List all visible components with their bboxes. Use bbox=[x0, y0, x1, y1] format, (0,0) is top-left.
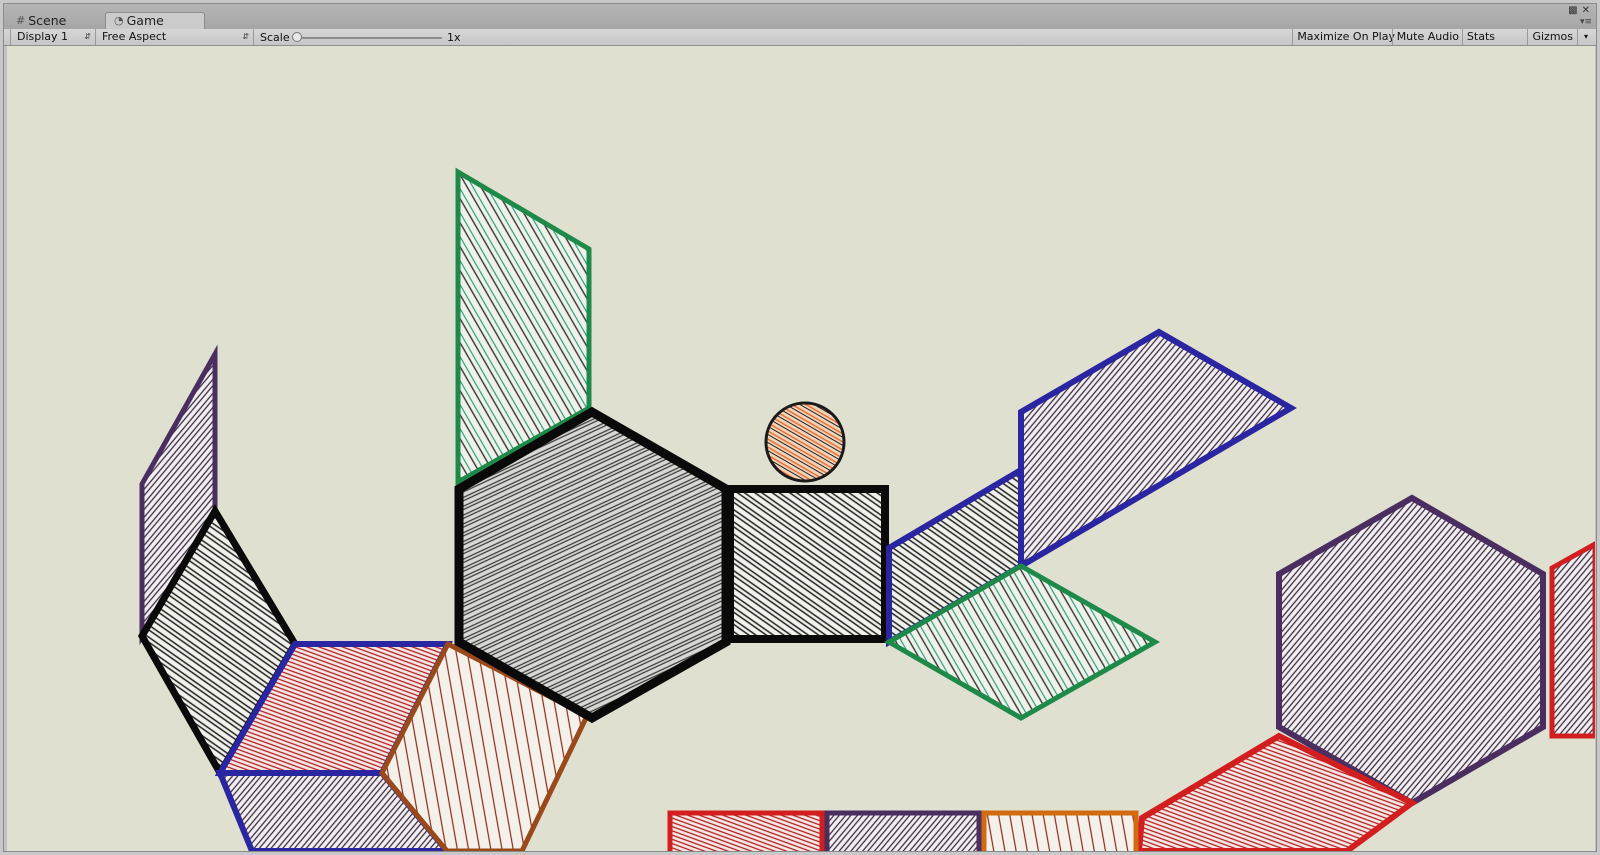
tile-purple-bottom bbox=[824, 810, 982, 851]
tile-orange-bottom bbox=[981, 810, 1139, 851]
scale-value: 1x bbox=[447, 31, 461, 44]
tile-red-edge-right bbox=[1549, 541, 1595, 739]
tab-strip: # Scene ◔ Game ▩ ✕ ▾≡ bbox=[4, 4, 1596, 30]
display-dropdown-label: Display 1 bbox=[17, 30, 69, 43]
scale-label: Scale bbox=[260, 31, 290, 44]
grid-icon: # bbox=[16, 14, 26, 27]
stats-button[interactable]: Stats bbox=[1461, 29, 1499, 45]
close-icon[interactable]: ✕ bbox=[1582, 5, 1590, 16]
unity-game-window: # Scene ◔ Game ▩ ✕ ▾≡ Display 1 ⇵ Free A… bbox=[3, 3, 1597, 852]
game-toolbar: Display 1 ⇵ Free Aspect ⇵ Scale 1x Maxim… bbox=[4, 29, 1596, 46]
gizmos-button[interactable]: Gizmos bbox=[1527, 29, 1577, 45]
tab-scene[interactable]: # Scene bbox=[12, 13, 107, 29]
gizmos-dropdown-icon[interactable]: ▾ bbox=[1577, 29, 1594, 45]
mute-audio-button[interactable]: Mute Audio bbox=[1391, 29, 1463, 45]
scale-slider-thumb[interactable] bbox=[292, 32, 302, 42]
updown-arrow-icon: ⇵ bbox=[84, 32, 91, 41]
aspect-dropdown-label: Free Aspect bbox=[102, 30, 167, 43]
tab-game-label: Game bbox=[126, 13, 164, 28]
pacman-icon: ◔ bbox=[114, 14, 124, 27]
maximize-icon[interactable]: ▩ bbox=[1568, 5, 1577, 16]
ball-player bbox=[764, 401, 846, 483]
tab-scene-label: Scene bbox=[28, 13, 67, 28]
aspect-dropdown[interactable]: Free Aspect ⇵ bbox=[96, 29, 254, 45]
display-dropdown[interactable]: Display 1 ⇵ bbox=[10, 29, 96, 45]
tile-black-square bbox=[726, 485, 889, 643]
tile-blue-right-long bbox=[1018, 328, 1297, 572]
updown-arrow-icon: ⇵ bbox=[242, 32, 249, 41]
scale-slider-track[interactable] bbox=[296, 37, 442, 39]
game-scene bbox=[137, 167, 1595, 851]
window-controls: ▩ ✕ bbox=[1568, 5, 1590, 16]
game-viewport[interactable] bbox=[7, 46, 1595, 851]
tile-red-bottom bbox=[667, 810, 825, 851]
tab-menu-icon[interactable]: ▾≡ bbox=[1580, 17, 1592, 27]
tab-game[interactable]: ◔ Game bbox=[105, 12, 205, 29]
maximize-on-play-button[interactable]: Maximize On Play bbox=[1292, 29, 1399, 45]
